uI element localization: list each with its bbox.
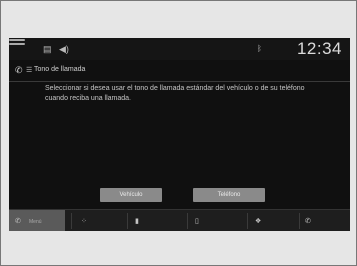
divider: [187, 213, 188, 229]
page-title: Tono de llamada: [34, 66, 86, 73]
grid-icon: ⁘: [81, 218, 87, 225]
bottom-nav: ✆ Menú ⁘ ▮ ▯ ❖ ✆: [9, 209, 350, 231]
divider: [299, 213, 300, 229]
tab-settings[interactable]: ❖: [249, 210, 297, 231]
tab-grid[interactable]: ⁘: [73, 210, 125, 231]
infotainment-screen: ▤ ◀) ᛒ 12:34 ✆ ☰ Tono de llamada Selecci…: [9, 38, 350, 231]
tab-device[interactable]: ▯: [189, 210, 245, 231]
phone-button[interactable]: Teléfono: [193, 188, 265, 202]
description-text: Seleccionar si desea usar el tono de lla…: [45, 85, 305, 102]
tab-label: Menú: [29, 219, 42, 225]
home-icon[interactable]: [9, 39, 25, 49]
divider: [247, 213, 248, 229]
speaker-icon[interactable]: ◀): [59, 44, 69, 54]
contacts-icon: ▮: [135, 218, 139, 225]
bluetooth-icon: ᛒ: [257, 44, 262, 53]
phone-icon: ✆: [15, 65, 23, 75]
phone-icon: ✆: [15, 218, 21, 225]
settings-icon: ❖: [255, 218, 262, 225]
clock: 12:34: [296, 39, 342, 58]
phone-ring-icon: ✆: [305, 218, 311, 225]
divider: [127, 213, 128, 229]
grid-icon[interactable]: ▤: [43, 44, 52, 54]
tab-phone[interactable]: ✆ Menú: [9, 210, 65, 231]
divider: [9, 81, 350, 82]
figure-frame: ▤ ◀) ᛒ 12:34 ✆ ☰ Tono de llamada Selecci…: [0, 0, 357, 266]
tab-contacts[interactable]: ▮: [129, 210, 185, 231]
divider: [71, 213, 72, 229]
tab-phone-ring[interactable]: ✆: [301, 210, 350, 231]
status-bar: ▤ ◀) ᛒ 12:34: [9, 38, 350, 60]
chevron-icon: ☰: [26, 67, 33, 74]
device-icon: ▯: [195, 218, 199, 225]
vehicle-button[interactable]: Vehículo: [100, 188, 162, 202]
